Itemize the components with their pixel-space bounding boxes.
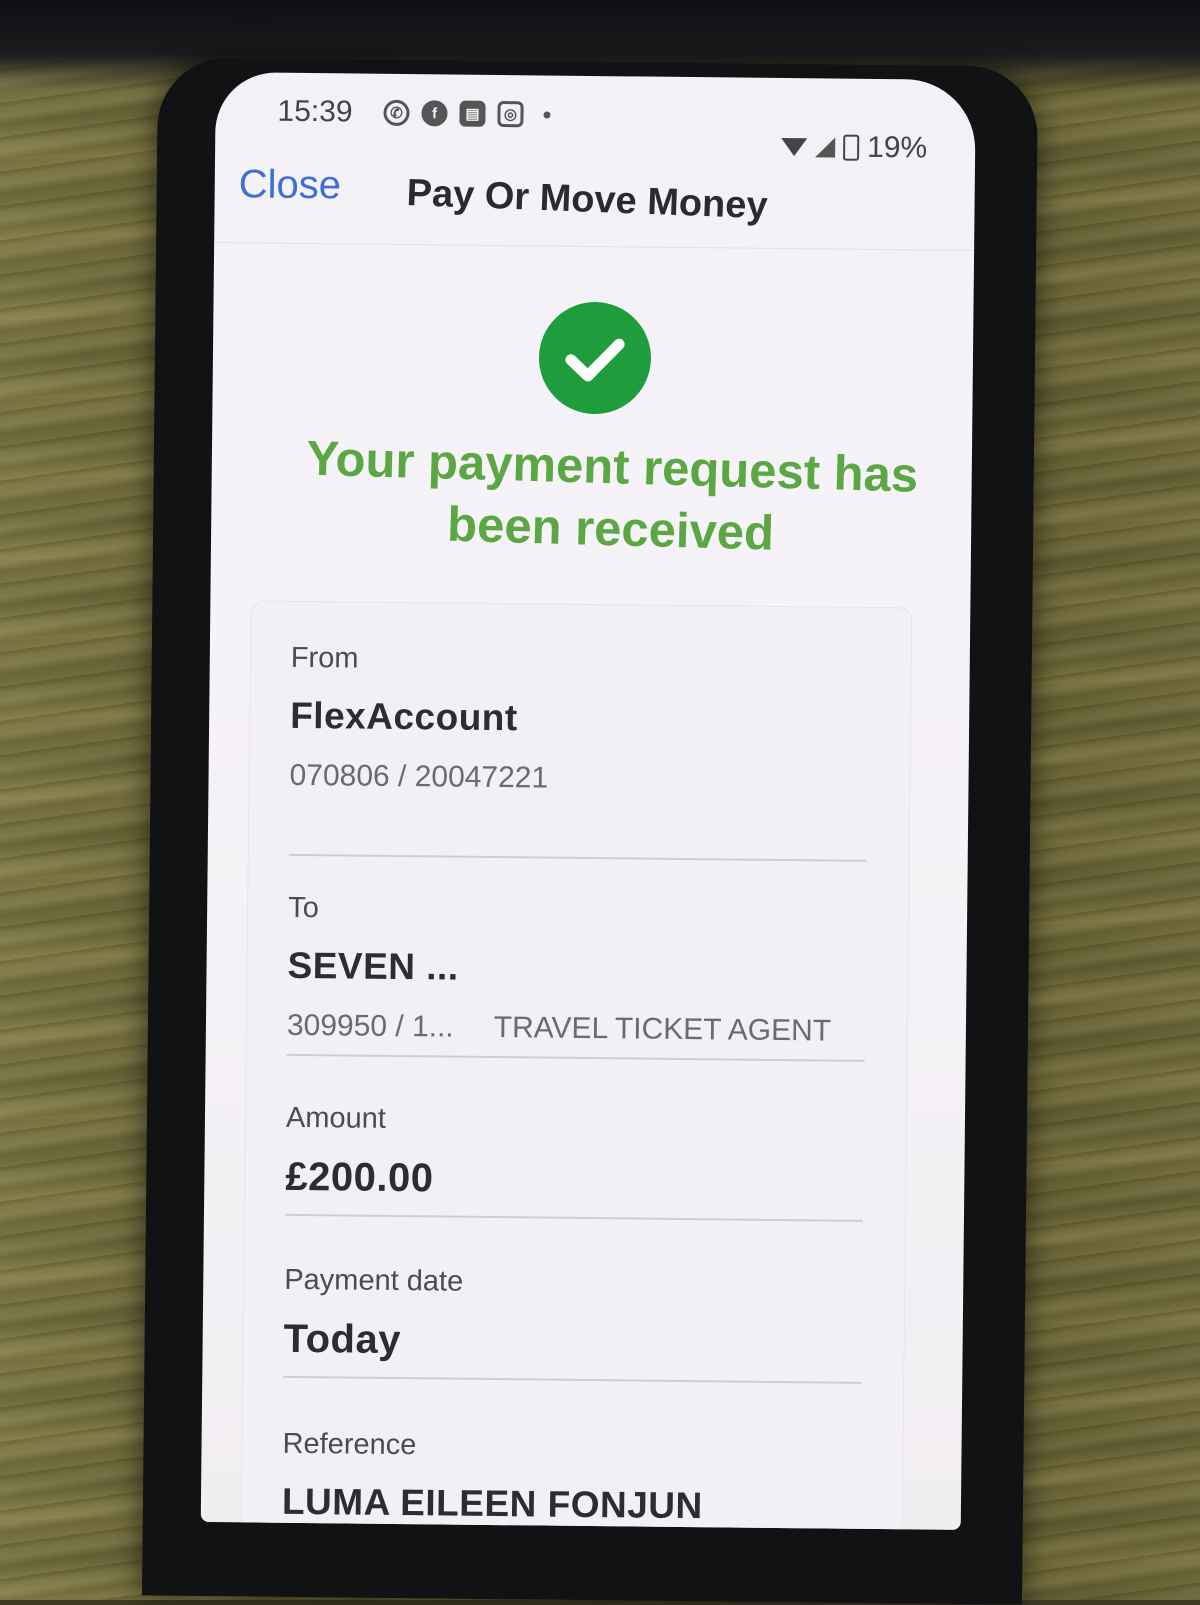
to-row: To SEVEN ... 309950 / 1... TRAVEL TICKET… xyxy=(286,891,867,1062)
from-label: From xyxy=(290,641,359,675)
reference-row: Reference LUMA EILEEN FONJUN xyxy=(281,1427,861,1530)
news-icon: ▤ xyxy=(459,100,486,127)
amount-label: Amount xyxy=(285,1101,387,1135)
signal-icon xyxy=(815,137,836,158)
amount-value: £200.00 xyxy=(285,1154,434,1201)
reference-value: LUMA EILEEN FONJUN xyxy=(281,1480,703,1527)
to-payee-account: 309950 / 1... xyxy=(286,1008,454,1044)
amount-row: Amount £200.00 xyxy=(284,1101,865,1222)
from-account-details: 070806 / 20047221 xyxy=(289,759,867,799)
check-circle-icon xyxy=(538,301,652,415)
from-account-name: FlexAccount xyxy=(289,694,518,739)
phone-screen: 15:39 ✆ f ▤ ◎ 19% Close Pay Or Move Mone… xyxy=(200,72,976,1530)
reference-label: Reference xyxy=(282,1427,417,1462)
close-button[interactable]: Close xyxy=(239,162,342,208)
payment-date-value: Today xyxy=(283,1316,402,1363)
status-time: 15:39 xyxy=(277,94,353,129)
success-message: Your payment request has been received xyxy=(305,431,919,561)
payment-details-card: From FlexAccount 070806 / 20047221 To SE… xyxy=(240,600,913,1530)
more-notifications-dot xyxy=(543,110,551,119)
from-row: From FlexAccount 070806 / 20047221 xyxy=(288,641,869,862)
app-header: Close Pay Or Move Money xyxy=(214,152,976,251)
status-bar: 15:39 ✆ f ▤ ◎ 19% xyxy=(215,72,976,165)
notification-icons: ✆ f ▤ ◎ xyxy=(383,99,551,128)
whatsapp-icon: ✆ xyxy=(383,99,410,127)
instagram-icon: ◎ xyxy=(497,100,524,128)
wifi-icon xyxy=(781,137,808,157)
from-account-number: 070806 / 20047221 xyxy=(289,758,549,795)
payment-date-row: Payment date Today xyxy=(283,1263,863,1384)
to-payee-details: 309950 / 1... TRAVEL TICKET AGENT xyxy=(287,1009,865,1049)
battery-icon xyxy=(842,134,860,161)
to-label: To xyxy=(288,891,319,925)
to-payee-name: SEVEN ... xyxy=(287,944,459,988)
to-payee-type: TRAVEL TICKET AGENT xyxy=(493,1011,832,1048)
payment-date-label: Payment date xyxy=(284,1263,464,1298)
phone-frame: 15:39 ✆ f ▤ ◎ 19% Close Pay Or Move Mone… xyxy=(141,57,1039,1605)
page-title: Pay Or Move Money xyxy=(405,172,769,228)
facebook-icon: f xyxy=(421,100,448,127)
